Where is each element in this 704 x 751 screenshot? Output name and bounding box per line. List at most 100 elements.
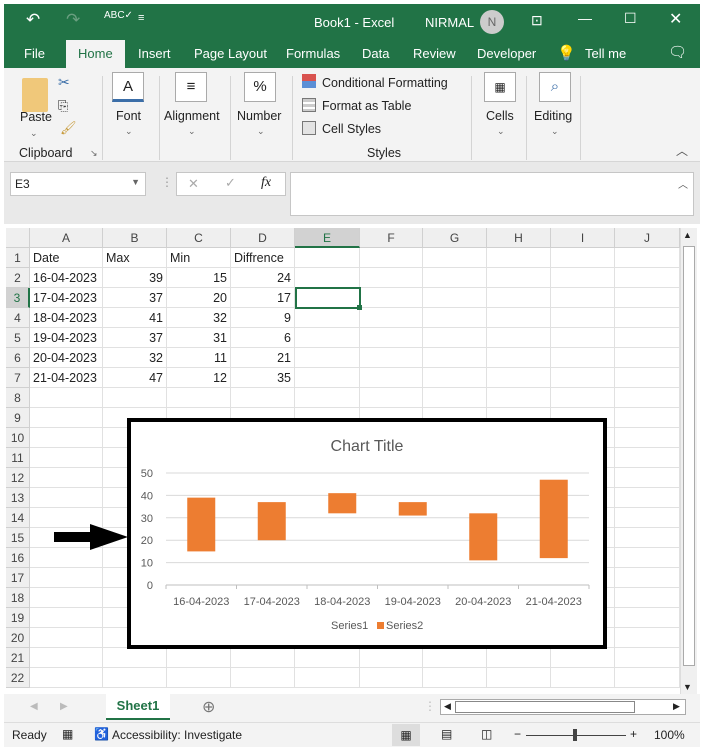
cell[interactable] [423,668,487,688]
alignment-icon[interactable]: ≡ [175,72,207,102]
prev-sheet-icon[interactable]: ◀ [30,701,38,712]
cell[interactable] [30,488,103,508]
cell[interactable] [423,268,487,288]
zoom-slider-thumb[interactable] [573,729,577,741]
font-button[interactable]: Font [116,109,141,123]
cell[interactable] [487,368,551,388]
cell[interactable] [551,308,615,328]
cell[interactable]: 24 [231,268,295,288]
column-header-D[interactable]: D [231,228,295,248]
cell[interactable]: 31 [167,328,231,348]
cell[interactable] [360,668,423,688]
avatar[interactable]: N [480,10,504,34]
zoom-out-icon[interactable]: − [514,727,521,741]
cell[interactable] [295,248,360,268]
ribbon-display-icon[interactable]: ⊡ [531,12,543,29]
chart[interactable]: Chart Title 0 10 20 30 40 50 16-04-2023 17-04-20… [127,418,607,649]
cell[interactable] [487,308,551,328]
cell[interactable]: 6 [231,328,295,348]
redo-icon[interactable]: ↷ [66,10,80,30]
cell[interactable] [615,288,680,308]
close-button[interactable]: ✕ [669,9,682,29]
cell[interactable] [487,348,551,368]
horizontal-scrollbar[interactable]: ◀ ▶ [440,699,686,715]
cell[interactable]: 41 [103,308,167,328]
cell[interactable] [231,648,295,668]
drag-handle-icon[interactable]: ⋮ [161,175,173,189]
scroll-up-icon[interactable]: ▲ [683,230,692,240]
cell[interactable]: 19-04-2023 [30,328,103,348]
cell[interactable] [295,368,360,388]
cell[interactable] [423,288,487,308]
alignment-button[interactable]: Alignment [164,109,220,123]
cell[interactable]: 15 [167,268,231,288]
search-icon[interactable]: ⌕ [539,72,571,102]
cell[interactable] [231,388,295,408]
row-header[interactable]: 5 [6,328,30,348]
cell-styles-button[interactable]: Cell Styles [322,122,381,136]
cell[interactable] [295,268,360,288]
cell[interactable] [615,328,680,348]
cell[interactable]: 21 [231,348,295,368]
copy-icon[interactable]: ⎘ [58,98,68,114]
row-header[interactable]: 12 [6,468,30,488]
cell[interactable] [30,388,103,408]
cell[interactable] [615,448,680,468]
cell[interactable] [30,588,103,608]
row-header[interactable]: 11 [6,448,30,468]
vertical-scrollbar[interactable]: ▲ ▼ [680,228,697,694]
paste-button[interactable]: Paste [20,110,52,124]
accessibility-icon[interactable]: ♿ [94,727,109,741]
cell[interactable] [167,668,231,688]
column-header-G[interactable]: G [423,228,487,248]
next-sheet-icon[interactable]: ▶ [60,701,68,712]
tell-me-search[interactable]: Tell me [585,46,626,61]
tab-page-layout[interactable]: Page Layout [194,46,267,61]
cell[interactable] [551,288,615,308]
cell[interactable] [231,668,295,688]
cell[interactable] [615,548,680,568]
add-sheet-icon[interactable]: ⊕ [202,697,215,717]
percent-icon[interactable]: % [244,72,276,102]
cell[interactable] [551,348,615,368]
row-header[interactable]: 3 [6,288,30,308]
row-header[interactable]: 13 [6,488,30,508]
name-box[interactable]: E3 ▼ [10,172,146,196]
row-header[interactable]: 22 [6,668,30,688]
cell[interactable]: 37 [103,288,167,308]
tab-file[interactable]: File [24,46,45,61]
cell[interactable] [423,328,487,348]
row-header[interactable]: 21 [6,648,30,668]
column-header-A[interactable]: A [30,228,103,248]
number-button[interactable]: Number [237,109,281,123]
cell[interactable] [487,328,551,348]
editing-button[interactable]: Editing [534,109,572,123]
cell[interactable] [487,248,551,268]
maximize-button[interactable]: ☐ [624,10,637,27]
cell[interactable] [360,348,423,368]
cell[interactable] [30,628,103,648]
fill-handle[interactable] [357,305,362,310]
cell[interactable] [551,648,615,668]
macro-record-icon[interactable]: ▦ [62,727,73,741]
cell[interactable]: 39 [103,268,167,288]
cancel-icon[interactable]: ✕ [188,176,199,192]
scroll-down-icon[interactable]: ▼ [683,682,692,692]
cell[interactable] [615,528,680,548]
cells-button[interactable]: Cells [486,109,514,123]
cell[interactable]: 9 [231,308,295,328]
tab-home[interactable]: Home [66,40,125,68]
cell[interactable] [487,668,551,688]
tab-split-handle[interactable]: ⋮ [424,699,436,713]
cell[interactable]: 18-04-2023 [30,308,103,328]
spelling-icon[interactable]: ABC✓ [104,10,133,21]
scroll-thumb[interactable] [683,246,695,666]
row-header[interactable]: 2 [6,268,30,288]
cell[interactable] [423,648,487,668]
collapse-ribbon-icon[interactable]: ︿ [676,142,688,159]
cell[interactable] [30,468,103,488]
cell[interactable] [615,668,680,688]
cell[interactable]: 47 [103,368,167,388]
cell[interactable] [167,388,231,408]
comments-icon[interactable]: 🗨 [668,43,687,61]
